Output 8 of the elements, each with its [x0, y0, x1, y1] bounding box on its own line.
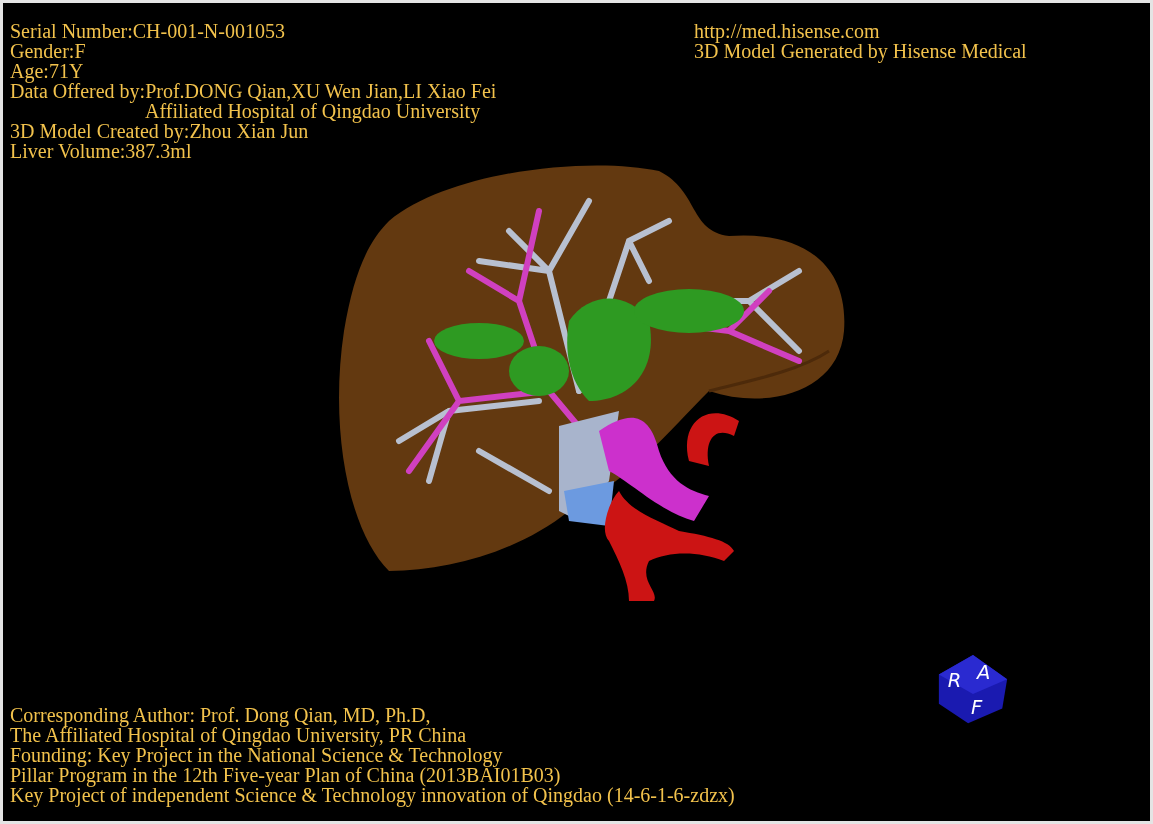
info-text: http://med.hisense.com: [694, 21, 880, 41]
info-text: Affiliated Hospital of Qingdao University: [145, 101, 481, 121]
info-text: Serial Number:CH-001-N-001053: [10, 21, 285, 41]
axis-label: F: [971, 696, 983, 720]
info-text: Liver Volume:387.3ml: [10, 141, 192, 161]
info-text: Gender:F: [10, 41, 86, 61]
axis-label: A: [976, 661, 991, 685]
axis-label: R: [947, 669, 962, 693]
